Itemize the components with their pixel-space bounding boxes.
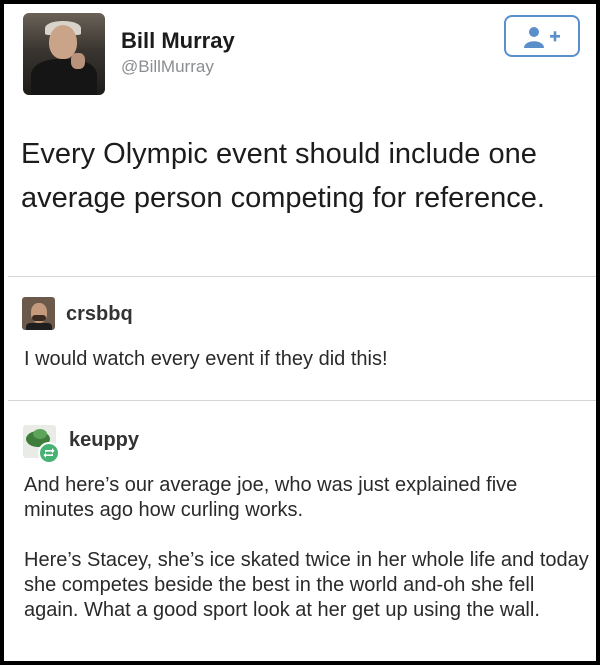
reblog-icon	[43, 448, 55, 458]
avatar-mustache	[32, 315, 46, 321]
display-name[interactable]: Bill Murray	[121, 28, 235, 54]
avatar-creature-head	[33, 429, 47, 439]
crsbbq-avatar[interactable]	[22, 297, 55, 330]
add-user-icon	[524, 27, 560, 48]
tweet-text: Every Olympic event should include one a…	[21, 138, 545, 214]
avatar-body	[26, 323, 52, 330]
reply-username[interactable]: keuppy	[69, 429, 139, 452]
follow-button[interactable]	[504, 15, 580, 57]
divider	[8, 276, 596, 277]
reply-text: I would watch every event if they did th…	[24, 348, 388, 370]
reply-username[interactable]: crsbbq	[66, 303, 133, 326]
avatar-hand	[71, 53, 85, 69]
reply-paragraph: And here’s our average joe, who was just…	[24, 474, 518, 521]
reblog-badge	[38, 442, 60, 464]
screenshot-frame: Bill Murray @BillMurray Every Olympic ev…	[0, 0, 600, 665]
user-handle[interactable]: @BillMurray	[121, 57, 214, 77]
bill-murray-avatar[interactable]	[23, 13, 105, 95]
reply-paragraph: Here’s Stacey, she’s ice skated twice in…	[24, 549, 589, 621]
divider	[8, 400, 596, 401]
avatar-suit	[31, 59, 97, 95]
